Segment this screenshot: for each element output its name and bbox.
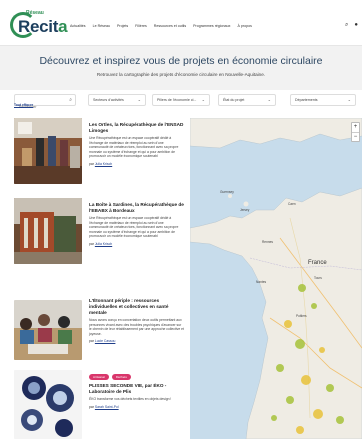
map-label-rennes: Rennes [262,240,273,244]
project-title[interactable]: La Boîte à Sardines, la Récupérathèque d… [89,202,184,214]
logo-small-text: Réseau [26,10,44,16]
map-zoom-controls: + − [351,122,360,142]
chevron-down-icon: ⌄ [137,97,141,102]
nav-item-reseau[interactable]: Le Réseau [93,24,110,28]
project-card-body: Les Ortles, la Récupérathèque de l'ENSAD… [89,122,184,166]
project-title[interactable]: PLISSES SECONDE VIE, par ÉKO - Laboratoi… [89,383,184,395]
page-subtitle: Retrouvez la cartographie des projets d'… [96,72,266,77]
select-departements[interactable]: Départements ⌄ [290,94,356,106]
site-header: Réseau Recita Actualités Le Réseau Proje… [0,0,362,46]
project-title[interactable]: L'Étonnant périple : ressources individu… [89,298,184,316]
map-label-poitiers: Poitiers [296,314,307,318]
project-image[interactable] [14,370,82,439]
tag-badge[interactable]: Artisanat [89,374,109,380]
project-description: Une Récupérathèque est un espace coopéra… [89,216,179,239]
header-icons: ⌕ ● [345,22,358,29]
author-link[interactable]: Julia Krisch [95,162,112,166]
nav-item-filieres[interactable]: Filières [135,24,147,28]
map-label-caen: Caen [288,202,296,206]
project-card[interactable]: L'Étonnant périple : ressources individu… [14,294,184,364]
user-icon[interactable]: ● [354,22,358,29]
map-label-france: France [308,260,327,266]
map-canvas[interactable] [190,118,362,439]
map-label-jersey: Jersey [240,208,250,212]
hero-banner: Découvrez et inspirez vous de projets en… [0,46,362,90]
project-description: ÉKO transforme vos déchets textiles en o… [89,397,172,401]
project-description: Nous avons conçu en concertation deux ou… [89,318,184,336]
project-card[interactable]: Artisanat Déchets PLISSES SECONDE VIE, p… [14,370,184,439]
author-link[interactable]: Lucie Cassou [95,339,116,343]
select-secteurs[interactable]: Secteurs d'activités ⌄ [88,94,146,106]
select-etat[interactable]: État du projet ⌄ [218,94,276,106]
tag-badge[interactable]: Déchets [111,374,131,380]
clear-filters-link[interactable]: Tout effacer [14,103,33,107]
chevron-down-icon: ⌄ [201,97,205,102]
map-label-nantes: Nantes [256,280,267,284]
chevron-down-icon: ⌄ [267,97,271,102]
project-image[interactable] [14,300,82,360]
search-icon[interactable]: ⌕ [69,97,72,103]
author-link[interactable]: Sarah Saint-Pol [95,405,119,409]
project-author: par Julia Krisch [89,161,113,166]
nav-item-projets[interactable]: Projets [117,24,128,28]
select-piliers[interactable]: Piliers de l'économie ci... ⌄ [152,94,210,106]
project-card-body: La Boîte à Sardines, la Récupérathèque d… [89,202,184,246]
project-description: Une Récupérathèque est un espace coopéra… [89,136,179,159]
zoom-in-button[interactable]: + [352,123,359,132]
nav-item-actualites[interactable]: Actualités [70,24,86,28]
project-author: par Julia Krisch [89,241,113,246]
map-label-tours: Tours [314,276,322,280]
main-nav: Actualités Le Réseau Projets Filières Re… [70,24,252,28]
zoom-out-button[interactable]: − [352,132,359,141]
map-label-guernsey: Guernsey [220,190,234,194]
project-image[interactable] [14,198,82,264]
project-title[interactable]: Les Ortles, la Récupérathèque de l'ENSAD… [89,122,184,134]
project-list: Les Ortles, la Récupérathèque de l'ENSAD… [14,118,184,439]
project-author: par Lucie Cassou [89,339,116,344]
project-card-body: Artisanat Déchets PLISSES SECONDE VIE, p… [89,374,184,409]
projects-map[interactable]: + − France Guernsey Jersey Nantes Rennes… [190,118,362,439]
project-author: par Sarah Saint-Pol [89,404,119,409]
project-card-body: L'Étonnant périple : ressources individu… [89,298,184,343]
filters-bar: ⌕ Secteurs d'activités⌄ Piliers de l'éco… [0,90,362,112]
nav-item-apropos[interactable]: À propos [237,24,251,28]
project-card[interactable]: La Boîte à Sardines, la Récupérathèque d… [14,198,184,276]
chevron-down-icon: ⌄ [347,97,351,102]
project-image[interactable] [14,118,82,184]
project-tags: Artisanat Déchets [89,374,184,380]
page-title: Découvrez et inspirez vous de projets en… [39,55,323,67]
project-card[interactable]: Les Ortles, la Récupérathèque de l'ENSAD… [14,118,184,196]
nav-item-programmes[interactable]: Programmes régionaux [193,24,230,28]
search-icon[interactable]: ⌕ [345,22,348,29]
logo-text: Recita [18,17,68,36]
nav-item-ressources[interactable]: Ressources et outils [154,24,186,28]
recita-logo[interactable]: Réseau Recita [10,10,68,40]
author-link[interactable]: Julia Krisch [95,242,112,246]
